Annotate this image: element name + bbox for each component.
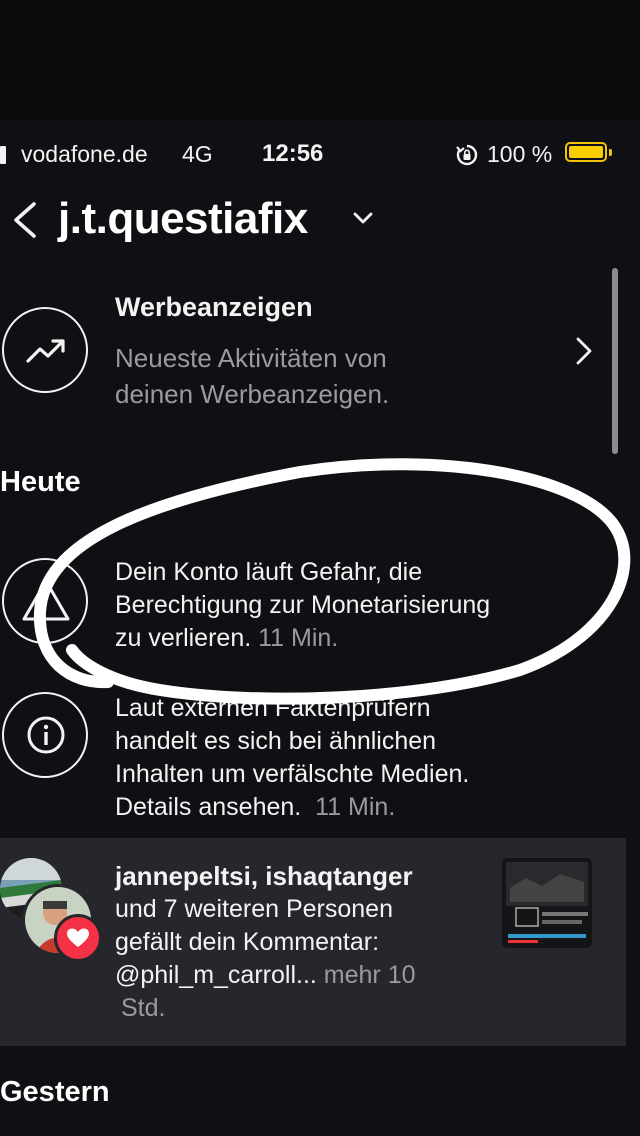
orientation-lock-icon (456, 144, 478, 166)
notification-text: jannepeltsi, ishaqtanger und 7 weiteren … (115, 860, 495, 1025)
chevron-right-icon[interactable] (574, 336, 594, 366)
ads-icon-circle (2, 307, 88, 393)
notification-line-3: gefällt dein Kommentar: (115, 928, 380, 956)
notification-line-2: Berechtigung zur Monetarisierung (115, 591, 491, 619)
section-title-today: Heute (0, 466, 81, 498)
chevron-down-icon[interactable] (352, 210, 374, 226)
notification-line-3: Inhalten um verfälschte Medien. (115, 760, 470, 788)
warning-icon-circle (2, 558, 88, 644)
signal-icon (0, 146, 6, 164)
battery-cap (609, 149, 612, 156)
info-icon (27, 716, 65, 754)
ads-subtitle-line-2: deinen Werbeanzeigen. (115, 379, 390, 409)
back-arrow-icon[interactable] (10, 200, 40, 240)
status-bar: vodafone.de 4G 12:56 100 % (0, 138, 640, 172)
notification-line-3: zu verlieren. (115, 624, 252, 652)
notification-time-unit: Std. (121, 994, 166, 1022)
notification-line-1: Laut externen Faktenprüfern (115, 694, 431, 722)
section-title-yesterday: Gestern (0, 1076, 110, 1108)
notification-time: 11 Min. (315, 793, 396, 821)
trending-up-icon (26, 339, 65, 363)
notification-time: mehr 10 (323, 961, 416, 989)
heart-badge (54, 914, 102, 962)
profile-header: j.t.questiafix (0, 190, 640, 250)
network-type: 4G (182, 141, 213, 167)
ads-title: Werbeanzeigen (115, 292, 313, 322)
top-bezel (0, 0, 640, 120)
account-switcher-username[interactable]: j.t.questiafix (58, 194, 308, 244)
details-link[interactable]: Details ansehen. (115, 793, 301, 821)
ads-subtitle: Neueste Aktivitäten von deinen Werbeanze… (115, 340, 575, 412)
warning-triangle-icon (22, 579, 70, 621)
activity-screen: vodafone.de 4G 12:56 100 % j.t.questiafi… (0, 0, 640, 1136)
battery-level (569, 146, 603, 158)
heart-icon (67, 928, 89, 947)
comment-excerpt: @phil_m_carroll... (115, 961, 317, 989)
notification-text: Dein Konto läuft Gefahr, die Berechtigun… (115, 556, 595, 655)
status-time: 12:56 (262, 140, 324, 167)
notification-line-2: und 7 weiteren Personen (115, 895, 393, 923)
ads-subtitle-line-1: Neueste Aktivitäten von (115, 343, 387, 373)
battery-percent: 100 % (487, 141, 553, 167)
thumbnail-image (502, 858, 592, 948)
info-icon-circle (2, 692, 88, 778)
notification-line-2: handelt es sich bei ähnlichen (115, 727, 437, 755)
battery-icon (565, 142, 607, 162)
liking-users[interactable]: jannepeltsi, ishaqtanger (115, 860, 495, 893)
carrier-name: vodafone.de (21, 141, 148, 167)
scrollbar[interactable] (612, 268, 618, 454)
post-thumbnail[interactable] (502, 858, 592, 948)
notification-text: Laut externen Faktenprüfern handelt es s… (115, 692, 575, 824)
notification-time: 11 Min. (258, 624, 339, 652)
notification-line-1: Dein Konto läuft Gefahr, die (115, 558, 423, 586)
